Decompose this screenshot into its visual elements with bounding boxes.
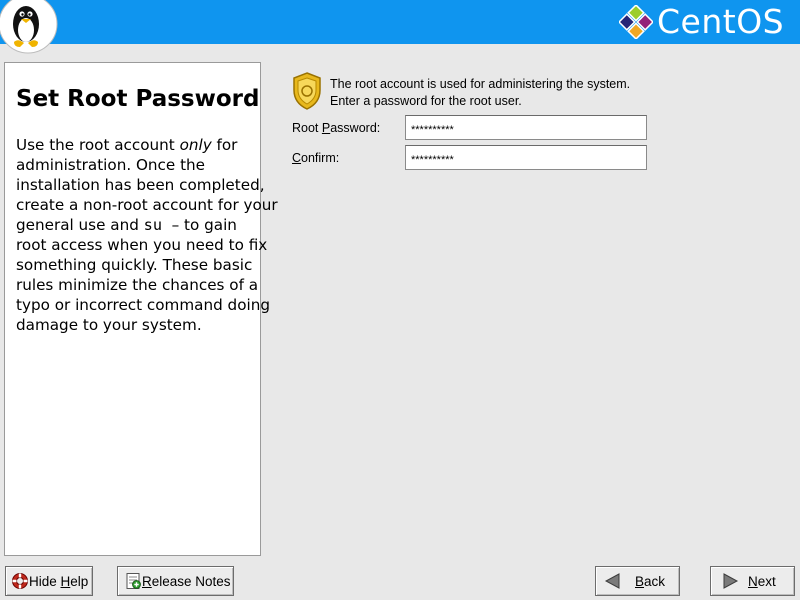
tux-penguin-icon: [0, 0, 58, 54]
help-line: damage to your system.: [16, 316, 202, 334]
help-text: Use the root account only for administra…: [16, 135, 278, 335]
help-line: general use and su – to gain: [16, 216, 237, 234]
intro-line: Enter a password for the root user.: [330, 94, 522, 108]
brand-name: CentOS: [657, 2, 785, 41]
help-title: Set Root Password: [16, 86, 260, 112]
centos-brand: CentOS: [619, 3, 784, 41]
help-line: rules minimize the chances of a: [16, 276, 259, 294]
help-line: administration. Once the: [16, 156, 205, 174]
help-line: root access when you need to fix: [16, 236, 268, 254]
help-line: create a non-root account for your: [16, 196, 278, 214]
release-notes-button[interactable]: Release Notes: [117, 566, 234, 596]
help-line: something quickly. These basic: [16, 256, 253, 274]
centos-logo-icon: [619, 5, 653, 39]
root-password-label: Root Password:: [292, 121, 381, 135]
help-line: installation has been completed,: [16, 176, 265, 194]
top-banner: CentOS: [0, 0, 800, 54]
confirm-password-label: Confirm:: [292, 151, 340, 165]
security-badge-icon: [293, 72, 321, 110]
release-notes-label: Release Notes: [142, 573, 231, 589]
release-notes-icon: [126, 573, 141, 589]
back-arrow-icon: [604, 573, 620, 589]
root-password-input[interactable]: [405, 115, 647, 140]
lifebuoy-icon: [12, 573, 28, 589]
hide-help-label: Hide Help: [29, 573, 89, 589]
hide-help-button[interactable]: Hide Help: [5, 566, 93, 596]
next-button[interactable]: Next: [710, 566, 795, 596]
help-line: Use the root account only for: [16, 136, 238, 154]
confirm-password-input[interactable]: [405, 145, 647, 170]
intro-line: The root account is used for administeri…: [330, 77, 631, 91]
next-label: Next: [748, 573, 776, 589]
back-label: Back: [635, 573, 666, 589]
next-arrow-icon: [723, 573, 739, 589]
back-button[interactable]: Back: [595, 566, 680, 596]
help-panel: Set Root Password Use the root account o…: [4, 62, 278, 556]
help-line: typo or incorrect command doing: [16, 296, 270, 314]
intro-text: The root account is used for administeri…: [330, 76, 630, 110]
